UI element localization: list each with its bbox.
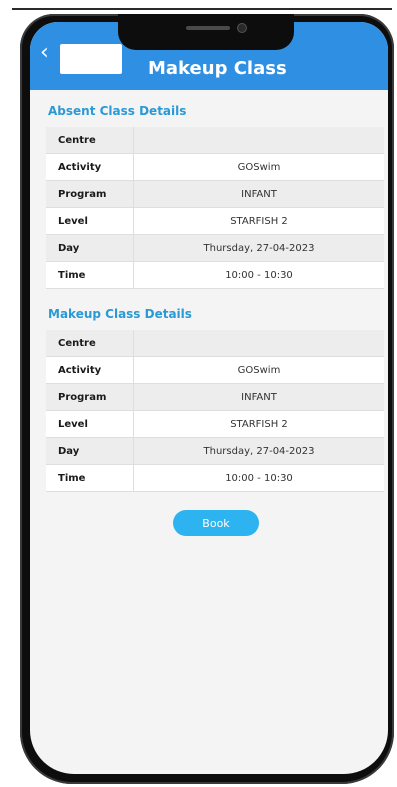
table-row: Day Thursday, 27-04-2023 [46, 235, 384, 262]
row-label-day: Day [46, 235, 134, 261]
row-label-centre: Centre [46, 330, 134, 356]
row-value-program: INFANT [241, 391, 277, 403]
table-row: Centre [46, 127, 384, 154]
row-label-program: Program [46, 181, 134, 207]
table-row: Time 10:00 - 10:30 [46, 465, 384, 492]
table-row: Activity GOSwim [46, 357, 384, 384]
table-row: Level STARFISH 2 [46, 411, 384, 438]
absent-class-table: Centre Activity GOSwim Program INFANT Le… [46, 127, 384, 289]
phone-notch [118, 14, 294, 50]
row-value-activity: GOSwim [237, 364, 281, 376]
row-value-time: 10:00 - 10:30 [225, 269, 293, 281]
table-row: Centre [46, 330, 384, 357]
row-value-level: STARFISH 2 [230, 215, 288, 227]
row-label-day: Day [46, 438, 134, 464]
speaker-icon [186, 26, 230, 30]
book-button[interactable]: Book [173, 510, 259, 536]
row-value-program: INFANT [241, 188, 277, 200]
row-value-time: 10:00 - 10:30 [225, 472, 293, 484]
row-value-level: STARFISH 2 [230, 418, 288, 430]
table-row: Time 10:00 - 10:30 [46, 262, 384, 289]
row-value-day: Thursday, 27-04-2023 [203, 445, 315, 457]
row-label-time: Time [46, 262, 134, 288]
row-label-activity: Activity [46, 154, 134, 180]
row-label-centre: Centre [46, 127, 134, 153]
top-border-line [12, 8, 392, 10]
makeup-section-title: Makeup Class Details [48, 307, 192, 321]
camera-icon [238, 24, 246, 32]
makeup-class-table: Centre Activity GOSwim Program INFANT Le… [46, 330, 384, 492]
row-value-day: Thursday, 27-04-2023 [203, 242, 315, 254]
chevron-left-icon[interactable]: ‹ [40, 42, 49, 64]
table-row: Program INFANT [46, 181, 384, 208]
table-row: Program INFANT [46, 384, 384, 411]
row-label-time: Time [46, 465, 134, 491]
absent-section-title: Absent Class Details [48, 104, 187, 118]
row-value-centre [134, 127, 384, 153]
row-label-activity: Activity [46, 357, 134, 383]
table-row: Level STARFISH 2 [46, 208, 384, 235]
page-title: Makeup Class [148, 58, 287, 79]
table-row: Day Thursday, 27-04-2023 [46, 438, 384, 465]
table-row: Activity GOSwim [46, 154, 384, 181]
row-label-level: Level [46, 208, 134, 234]
row-label-level: Level [46, 411, 134, 437]
row-value-activity: GOSwim [237, 161, 281, 173]
row-value-centre [134, 330, 384, 356]
app-logo [60, 44, 122, 74]
row-label-program: Program [46, 384, 134, 410]
